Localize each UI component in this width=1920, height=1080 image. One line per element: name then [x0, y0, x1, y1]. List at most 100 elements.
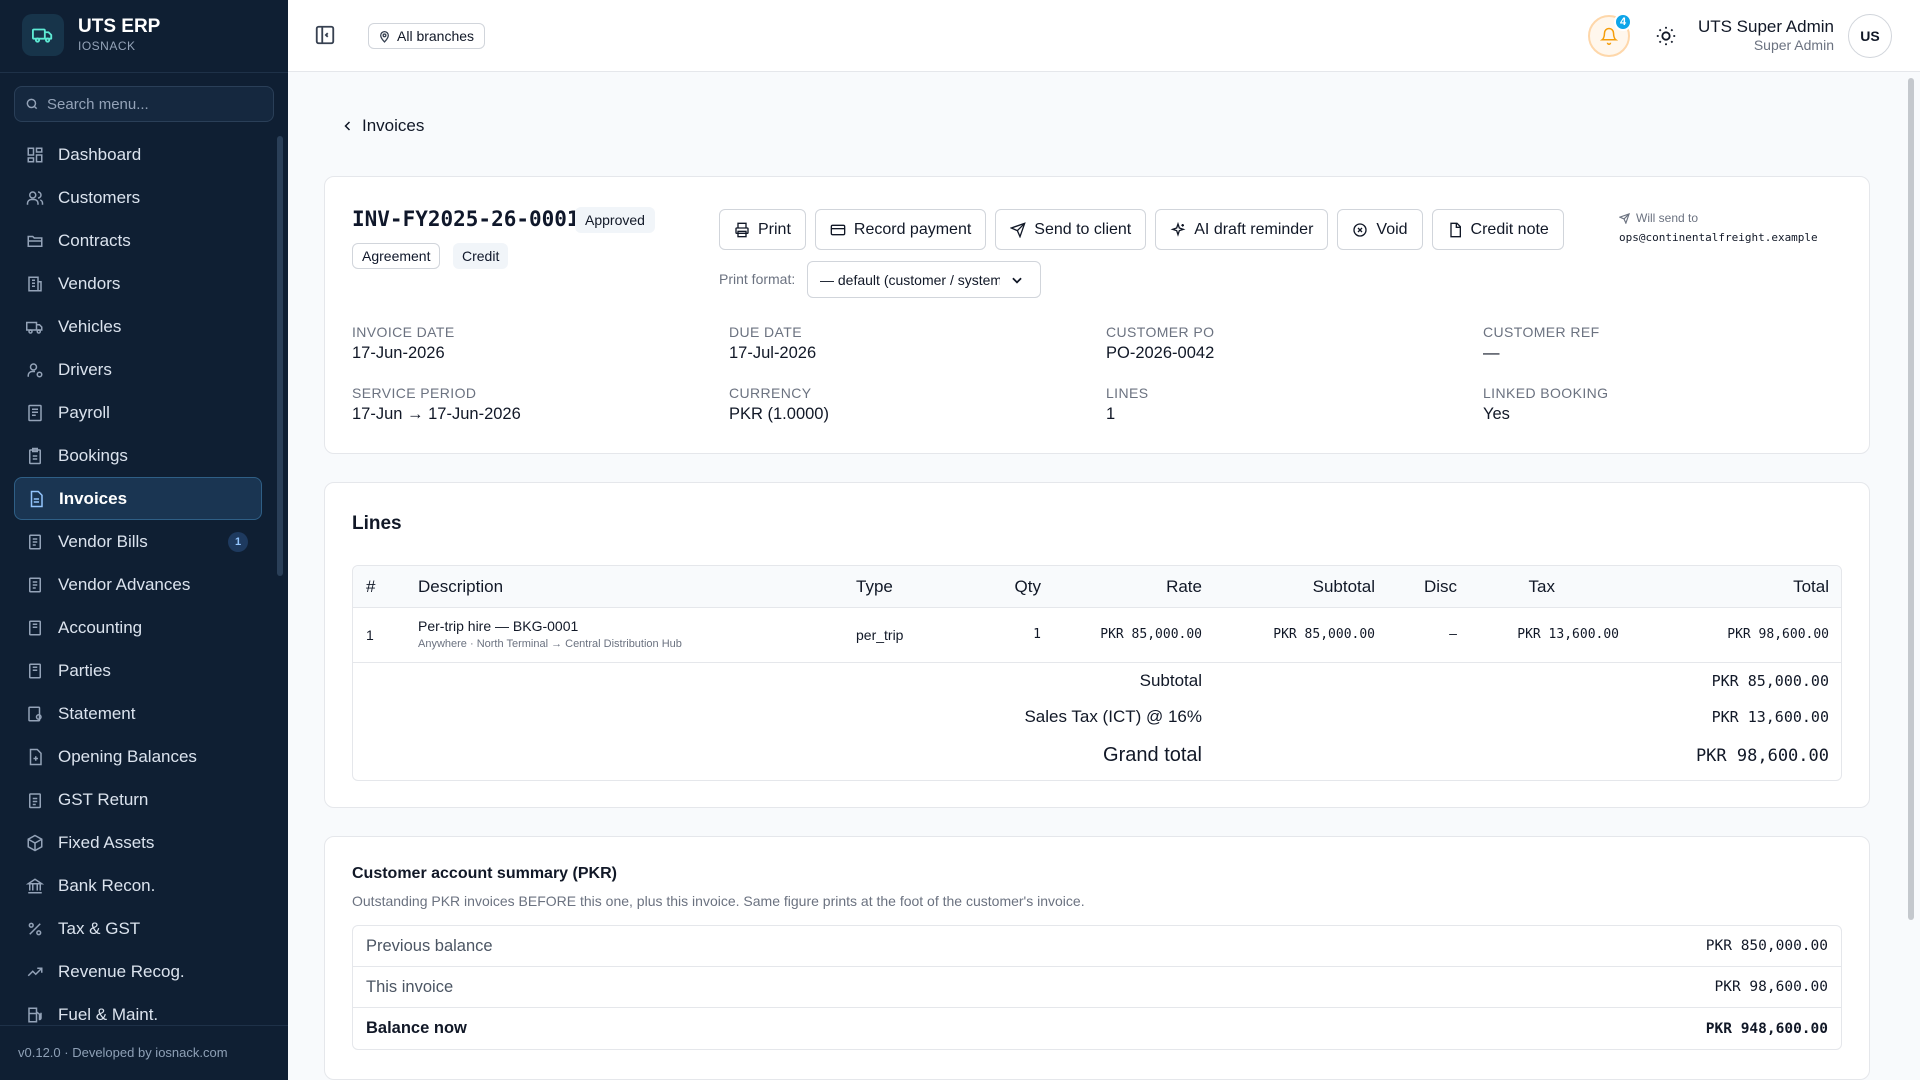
row-type: per_trip: [856, 627, 904, 643]
book-icon: [29, 620, 41, 635]
sidebar: UTS ERP IOSNACK Dashboard Customers Cont…: [0, 0, 288, 1080]
bank-icon: [26, 877, 44, 893]
due-date-value: 17-Jul-2026: [729, 344, 817, 362]
branch-selector[interactable]: All branches: [368, 23, 486, 49]
theme-toggle-button[interactable]: [1652, 22, 1680, 50]
org-name: IOSNACK: [78, 39, 136, 53]
divider: [0, 72, 288, 73]
bell-icon: [1600, 27, 1618, 45]
credit-note-button[interactable]: Credit note: [1431, 209, 1564, 250]
previous-balance-row: Previous balance PKR 850,000.00: [353, 926, 1841, 967]
x-circle-icon: [1353, 222, 1368, 237]
customer-po-field: CUSTOMER PO PO-2026-0042: [1106, 324, 1214, 363]
send-to-label: Will send to: [1636, 211, 1699, 225]
col-header-tax: Tax: [1528, 577, 1555, 596]
sidebar-item-fixed-assets[interactable]: Fixed Assets: [14, 821, 262, 864]
sidebar-item-bookings[interactable]: Bookings: [14, 434, 262, 477]
lines-count-field: LINES 1: [1106, 385, 1148, 424]
send-icon: [1010, 221, 1027, 238]
invoice-actions: Print Record payment Send to client AI d…: [719, 209, 1564, 250]
user-name: UTS Super Admin: [1697, 17, 1834, 36]
sidebar-item-parties[interactable]: Parties: [14, 649, 262, 692]
lines-card: Lines # Description Type Qty Rate Subtot…: [324, 482, 1870, 808]
invoice-header-card: INV-FY2025-26-0001 Approved Agreement Cr…: [324, 176, 1870, 454]
topbar: All branches 4 UTS Super Admin Super Adm…: [288, 0, 1920, 72]
sidebar-item-dashboard[interactable]: Dashboard: [14, 133, 262, 176]
file-text-icon: [30, 490, 43, 507]
grand-total-value: PKR 98,600.00: [1695, 746, 1829, 766]
payroll-icon: [28, 404, 42, 421]
balance-now-value: PKR 948,600.00: [1705, 1020, 1828, 1037]
sidebar-item-revenue-recog[interactable]: Revenue Recog.: [14, 950, 262, 993]
sidebar-item-label: Accounting: [58, 617, 143, 637]
avatar[interactable]: US: [1848, 14, 1892, 58]
void-button[interactable]: Void: [1337, 209, 1423, 250]
sidebar-item-label: Bookings: [58, 445, 128, 465]
ai-draft-reminder-button[interactable]: AI draft reminder: [1155, 209, 1329, 250]
customer-po-value: PO-2026-0042: [1106, 344, 1215, 362]
sidebar-item-customers[interactable]: Customers: [14, 176, 262, 219]
back-to-invoices-link[interactable]: Invoices: [342, 116, 424, 136]
sidebar-item-vendors[interactable]: Vendors: [14, 262, 262, 305]
folder-icon: [27, 235, 43, 247]
sidebar-item-label: Fixed Assets: [58, 832, 155, 852]
customer-ref-field: CUSTOMER REF —: [1483, 324, 1600, 363]
receipt-icon: [29, 534, 41, 549]
sidebar-toggle-button[interactable]: [312, 22, 338, 48]
col-header-num: #: [366, 577, 376, 596]
credit-note-label: Credit note: [1470, 220, 1549, 238]
col-header-qty: Qty: [1014, 577, 1041, 596]
truck-icon: [26, 321, 43, 334]
record-payment-button[interactable]: Record payment: [814, 209, 987, 250]
sidebar-item-payroll[interactable]: Payroll: [14, 391, 262, 434]
sidebar-item-label: Vendor Advances: [58, 574, 191, 594]
sidebar-search[interactable]: [14, 86, 274, 122]
due-date-label: DUE DATE: [729, 324, 802, 340]
balance-now-row: Balance now PKR 948,600.00: [353, 1008, 1841, 1049]
subtotal-label: Subtotal: [1139, 671, 1202, 690]
sidebar-item-label: Vehicles: [58, 316, 122, 336]
sidebar-item-label: Drivers: [58, 359, 112, 379]
send-to-client-button[interactable]: Send to client: [995, 209, 1147, 250]
sidebar-item-invoices[interactable]: Invoices: [14, 477, 262, 520]
sidebar-item-accounting[interactable]: Accounting: [14, 606, 262, 649]
search-input[interactable]: [47, 95, 267, 113]
account-summary-card: Customer account summary (PKR) Outstandi…: [324, 836, 1870, 1080]
sidebar-item-opening-balances[interactable]: Opening Balances: [14, 735, 262, 778]
users-icon: [26, 190, 44, 205]
map-pin-icon: [380, 30, 389, 43]
col-header-rate: Rate: [1166, 577, 1202, 596]
sidebar-item-bank-recon[interactable]: Bank Recon.: [14, 864, 262, 907]
sun-icon: [1656, 26, 1676, 46]
sidebar-scrollbar[interactable]: [277, 136, 283, 576]
linked-booking-field: LINKED BOOKING Yes: [1483, 385, 1608, 424]
sidebar-item-contracts[interactable]: Contracts: [14, 219, 262, 262]
invoice-date-value: 17-Jun-2026: [352, 344, 445, 362]
main-scrollbar[interactable]: [1908, 78, 1914, 920]
print-format-select[interactable]: — default (customer / system): [807, 261, 1041, 298]
col-header-type: Type: [856, 577, 893, 596]
sidebar-item-vendor-advances[interactable]: Vendor Advances: [14, 563, 262, 606]
lines-count-value: 1: [1106, 405, 1116, 423]
percent-icon: [28, 922, 42, 935]
book-icon: [29, 663, 41, 678]
customer-po-label: CUSTOMER PO: [1106, 324, 1215, 340]
sidebar-item-label: Fuel & Maint.: [58, 1004, 159, 1024]
user-role: Super Admin: [1753, 37, 1834, 53]
print-format-value: — default (customer / system): [820, 271, 1000, 288]
sidebar-item-vendor-bills[interactable]: Vendor Bills 1: [14, 520, 262, 563]
sidebar-item-gst-return[interactable]: GST Return: [14, 778, 262, 821]
sidebar-item-label: Customers: [58, 187, 141, 207]
sidebar-item-tax-gst[interactable]: Tax & GST: [14, 907, 262, 950]
brand[interactable]: UTS ERP IOSNACK: [22, 14, 160, 56]
tag-agreement: Agreement: [352, 243, 441, 269]
sidebar-item-vehicles[interactable]: Vehicles: [14, 305, 262, 348]
send-to-client-label: Send to client: [1034, 220, 1132, 238]
divider: [353, 662, 1841, 663]
print-button[interactable]: Print: [719, 209, 806, 250]
sidebar-item-drivers[interactable]: Drivers: [14, 348, 262, 391]
account-summary-description: Outstanding PKR invoices BEFORE this one…: [352, 893, 1085, 909]
version-footer: v0.12.0 · Developed by iosnack.com: [0, 1025, 288, 1080]
printer-icon: [735, 222, 749, 237]
sidebar-item-statement[interactable]: Statement: [14, 692, 262, 735]
